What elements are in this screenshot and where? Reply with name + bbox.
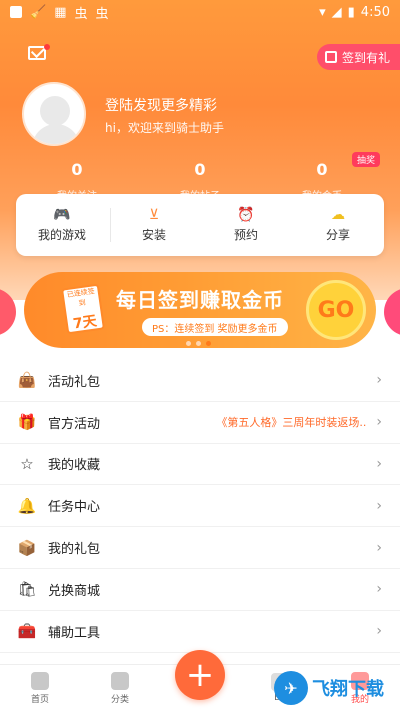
quick-actions-card: 🎮 我的游戏 ⊻ 安装 ⏰ 预约 ☁ 分享: [16, 194, 384, 256]
carousel-dots: [186, 341, 211, 346]
chevron-right-icon: ›: [376, 497, 382, 514]
shopping-bag-icon: 🛍: [17, 580, 37, 599]
status-bar: 🧹 ▦ 虫 虫 ▾ ◢ ▮ 4:50: [0, 0, 400, 24]
grid-icon: [111, 671, 129, 690]
tab-category[interactable]: 分类: [80, 665, 160, 711]
plus-icon: +: [185, 655, 215, 695]
gift-icon: [324, 51, 337, 63]
menu-label: 官方活动: [48, 416, 101, 432]
star-icon: ☆: [20, 454, 34, 473]
bag-icon: 👜: [17, 371, 37, 390]
login-subtitle: hi，欢迎来到骑士助手: [105, 121, 224, 135]
menu-list: 👜 活动礼包 › 🎁 官方活动 《第五人格》三周年时装返场.. › ☆ 我的收藏…: [0, 360, 400, 653]
tab-label: 分类: [110, 694, 129, 705]
watermark-logo-icon: ✈: [274, 671, 308, 705]
carousel-dot[interactable]: [196, 341, 201, 346]
carousel-dot-active[interactable]: [206, 341, 211, 346]
grid-icon: ▦: [54, 4, 67, 20]
menu-label: 活动礼包: [48, 374, 101, 390]
menu-item-task-center[interactable]: 🔔 任务中心 ›: [0, 485, 400, 528]
download-icon: ⊻: [148, 206, 160, 223]
tab-home[interactable]: 首页: [0, 665, 80, 711]
menu-item-activity-gift[interactable]: 👜 活动礼包 ›: [0, 360, 400, 402]
menu-label: 辅助工具: [48, 625, 101, 641]
home-icon: [31, 671, 49, 690]
chevron-right-icon: ›: [376, 581, 382, 598]
quick-share[interactable]: ☁ 分享: [292, 194, 384, 256]
calendar-days: 7天: [72, 313, 98, 333]
app-icon: [10, 6, 22, 18]
chevron-right-icon: ›: [376, 623, 382, 640]
quick-install[interactable]: ⊻ 安装: [108, 194, 200, 256]
battery-icon: ▮: [347, 4, 355, 20]
sign-in-gift-button[interactable]: 签到有礼: [316, 44, 400, 70]
watermark-text: 飞翔下载: [312, 679, 384, 700]
banner-title: 每日签到赚取金币: [116, 288, 284, 312]
menu-note: 《第五人格》三周年时装返场..: [216, 416, 367, 430]
menu-item-exchange-mall[interactable]: 🛍 兑换商城 ›: [0, 569, 400, 611]
login-title[interactable]: 登陆发现更多精彩: [105, 95, 217, 115]
daily-sign-banner[interactable]: 已连续签到 7天 每日签到赚取金币 PS：连续签到 奖励更多金币 GO: [24, 272, 376, 348]
gamepad-icon: 🎮: [53, 206, 71, 223]
sign-in-label: 签到有礼: [341, 50, 390, 65]
calendar-label: 已连续签到: [66, 287, 96, 308]
go-button[interactable]: GO: [306, 280, 366, 340]
quick-label: 安装: [141, 227, 166, 242]
menu-label: 任务中心: [48, 500, 101, 516]
chevron-right-icon: ›: [376, 539, 382, 556]
tab-label: 首页: [30, 694, 49, 705]
watermark: ✈ 飞翔下载: [274, 668, 392, 708]
chevron-right-icon: ›: [376, 372, 382, 389]
menu-item-favorites[interactable]: ☆ 我的收藏 ›: [0, 444, 400, 486]
bell-icon: 🔔: [17, 496, 37, 515]
menu-item-official-events[interactable]: 🎁 官方活动 《第五人格》三周年时装返场.. ›: [0, 402, 400, 444]
avatar-head: [40, 96, 70, 126]
alarm-clock-icon: ⏰: [237, 206, 255, 223]
menu-label: 我的收藏: [48, 458, 101, 474]
status-text-2: 虫: [95, 6, 109, 22]
package-icon: 📦: [17, 538, 37, 557]
prev-banner-peek[interactable]: [0, 288, 16, 336]
wifi-icon: ▾: [319, 4, 326, 20]
broom-icon: 🧹: [30, 4, 47, 20]
menu-label: 我的礼包: [48, 542, 101, 558]
menu-item-tools[interactable]: 🧰 辅助工具 ›: [0, 611, 400, 653]
quick-label: 我的游戏: [37, 227, 86, 242]
add-button[interactable]: +: [175, 650, 225, 700]
quick-label: 分享: [325, 227, 350, 242]
banner-carousel[interactable]: 已连续签到 7天 每日签到赚取金币 PS：连续签到 奖励更多金币 GO: [0, 268, 400, 354]
carousel-dot[interactable]: [186, 341, 191, 346]
menu-label: 兑换商城: [48, 583, 101, 599]
lottery-badge[interactable]: 抽奖: [351, 152, 380, 167]
next-banner-peek[interactable]: [384, 288, 400, 336]
chevron-right-icon: ›: [376, 414, 382, 431]
gift-box-icon: 🎁: [17, 413, 37, 432]
quick-my-games[interactable]: 🎮 我的游戏: [16, 194, 108, 256]
cloud-upload-icon: ☁: [331, 206, 345, 223]
stat-value: 0: [71, 160, 83, 179]
status-text-1: 虫: [74, 6, 88, 22]
avatar[interactable]: [22, 82, 86, 146]
banner-subtitle: PS：连续签到 奖励更多金币: [142, 318, 288, 336]
toolbox-icon: 🧰: [17, 622, 37, 641]
notification-dot: [44, 44, 50, 50]
status-time: 4:50: [360, 4, 390, 20]
chevron-right-icon: ›: [376, 455, 382, 472]
stat-value: 0: [194, 160, 206, 179]
calendar-icon: 已连续签到 7天: [60, 283, 106, 335]
signal-icon: ◢: [331, 4, 342, 20]
quick-label: 预约: [233, 227, 258, 242]
profile-page: 🧹 ▦ 虫 虫 ▾ ◢ ▮ 4:50 签到有礼 登陆发现更多精彩 hi，欢迎来到…: [0, 0, 400, 711]
quick-reserve[interactable]: ⏰ 预约: [200, 194, 292, 256]
avatar-body: [32, 124, 80, 144]
menu-item-my-gifts[interactable]: 📦 我的礼包 ›: [0, 527, 400, 569]
